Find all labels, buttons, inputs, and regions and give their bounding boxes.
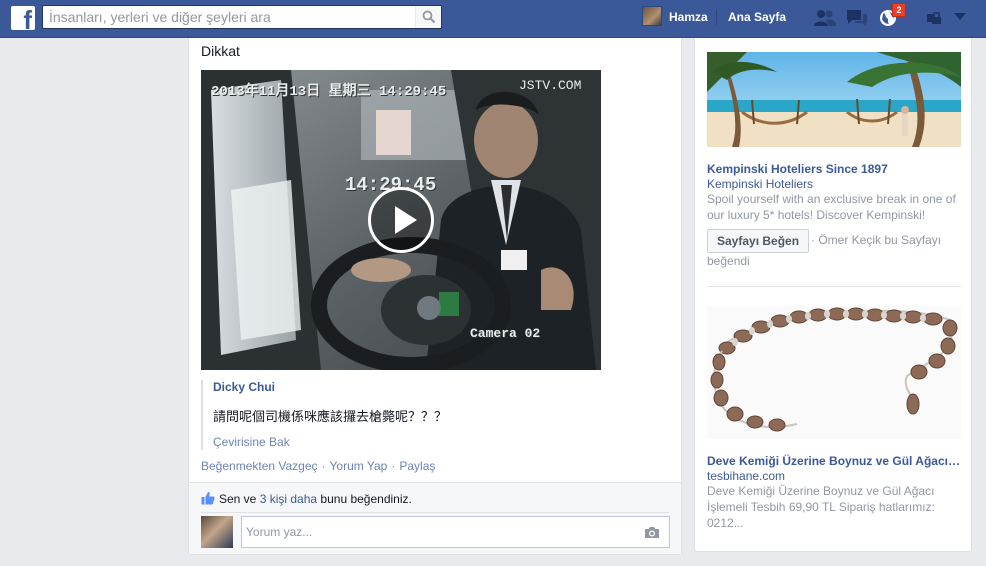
- comment-link[interactable]: Yorum Yap: [330, 459, 388, 473]
- notification-badge: 2: [892, 3, 906, 17]
- nav-divider: [716, 9, 717, 25]
- comment-input[interactable]: [242, 517, 637, 547]
- sponsored-ads-column: Kempinski Hoteliers Since 1897 Kempinski…: [694, 38, 972, 552]
- facebook-logo-icon[interactable]: f: [11, 6, 35, 33]
- see-translation-link[interactable]: Çevirisine Bak: [213, 435, 290, 449]
- feedback-divider: [201, 512, 669, 513]
- news-feed-post: Dikkat 2013年11月13日 星期三 14:29:45 JSTV.COM…: [188, 38, 682, 555]
- ad-image-beach[interactable]: [707, 52, 961, 147]
- search-input[interactable]: [43, 6, 415, 28]
- comment-composer: [241, 516, 670, 548]
- post-actions: Beğenmekten Vazgeç · Yorum Yap · Paylaş: [201, 459, 435, 473]
- like-page-button[interactable]: Sayfayı Beğen: [707, 229, 810, 253]
- privacy-lock-icon[interactable]: [926, 11, 942, 25]
- profile-link[interactable]: Hamza: [669, 10, 708, 24]
- post-feedback: Sen ve 3 kişi daha bunu beğendiniz.: [189, 482, 681, 554]
- video-player[interactable]: 2013年11月13日 星期三 14:29:45 JSTV.COM 14:29:…: [201, 70, 601, 370]
- action-separator: ·: [321, 459, 326, 473]
- ad-advertiser[interactable]: Kempinski Hoteliers: [707, 177, 813, 191]
- home-link[interactable]: Ana Sayfa: [728, 10, 786, 24]
- camera-icon[interactable]: [644, 526, 660, 539]
- user-avatar[interactable]: [642, 6, 662, 26]
- like-summary-suffix: bunu beğendiniz.: [320, 492, 412, 506]
- ad-description: Spoil yourself with an exclusive break i…: [707, 192, 956, 222]
- video-overlay-source: JSTV.COM: [519, 78, 582, 93]
- action-separator: ·: [391, 459, 396, 473]
- play-button[interactable]: [368, 187, 434, 253]
- likers-link[interactable]: 3 kişi daha: [260, 492, 317, 506]
- ad-divider: [707, 286, 961, 287]
- post-message: Dikkat: [201, 43, 240, 59]
- video-overlay-camera: Camera 02: [470, 326, 541, 341]
- search-button[interactable]: [415, 6, 441, 28]
- unlike-link[interactable]: Beğenmekten Vazgeç: [201, 459, 318, 473]
- friend-requests-icon[interactable]: [813, 9, 837, 27]
- like-thumb-icon: [201, 492, 215, 505]
- shared-post-text: 請問呢個司機係咪應該攞去槍斃呢？？？: [213, 409, 448, 424]
- footer-links-peek: [702, 560, 982, 566]
- ad-title[interactable]: Deve Kemiği Üzerine Boynuz ve Gül Ağacı …: [707, 454, 961, 468]
- commenter-avatar[interactable]: [201, 516, 233, 548]
- ad-advertiser[interactable]: tesbihane.com: [707, 469, 785, 483]
- settings-arrow-icon[interactable]: [954, 13, 966, 21]
- ad-description: Deve Kemiği Üzerine Boynuz ve Gül Ağacı …: [707, 484, 935, 530]
- messages-icon[interactable]: [846, 9, 868, 27]
- video-overlay-datetime: 2013年11月13日 星期三 14:29:45: [211, 84, 447, 100]
- share-link[interactable]: Paylaş: [399, 459, 435, 473]
- shared-author-link[interactable]: Dicky Chui: [213, 380, 275, 394]
- top-bar: f Hamza Ana Sayfa 2: [0, 0, 986, 38]
- search-bar: [42, 5, 442, 29]
- ad-title[interactable]: Kempinski Hoteliers Since 1897: [707, 162, 961, 176]
- like-summary-prefix: Sen ve: [219, 492, 257, 506]
- shared-post-quote: Dicky Chui 請問呢個司機係咪應該攞去槍斃呢？？？ Çevirisine…: [201, 380, 671, 450]
- search-icon: [422, 10, 436, 24]
- ad-image-prayer-beads[interactable]: [707, 306, 961, 439]
